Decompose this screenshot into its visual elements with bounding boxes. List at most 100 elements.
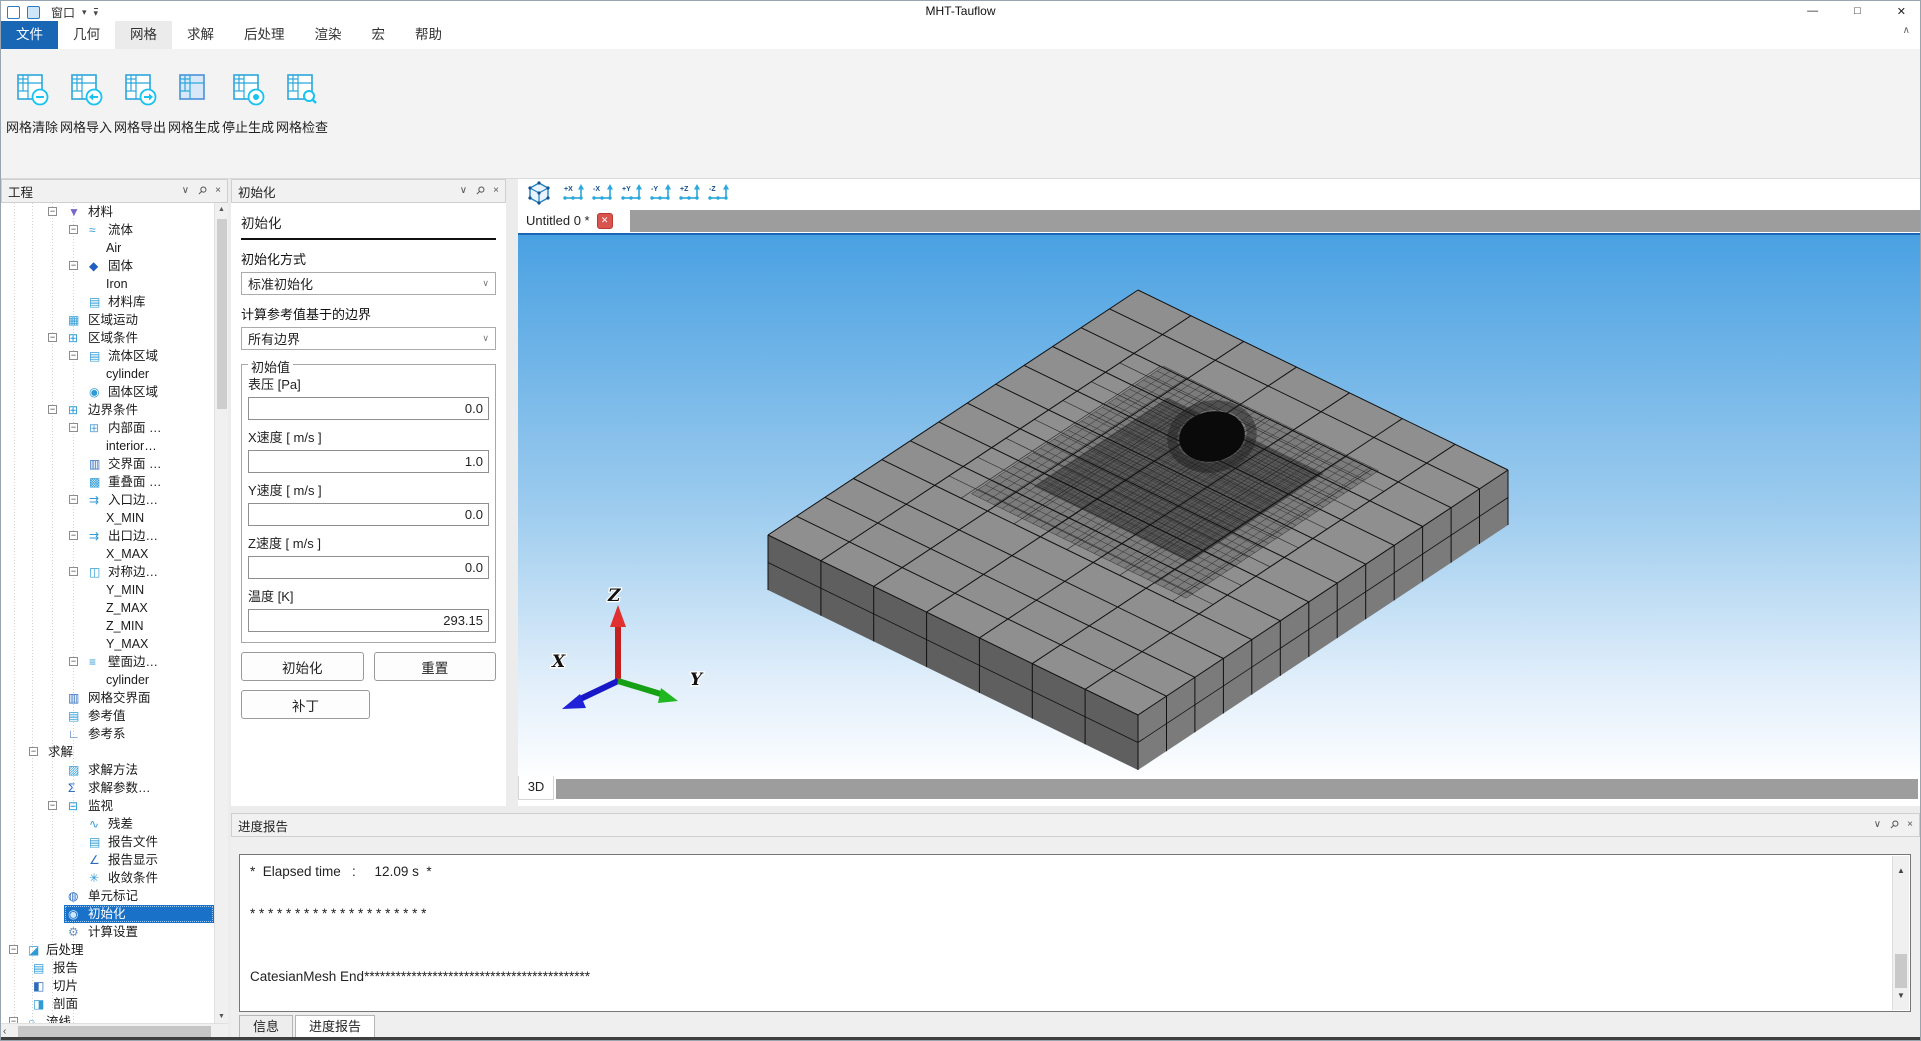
tree-item[interactable]: ∠报告显示 [1,851,214,869]
tree-item[interactable]: ◧切片 [1,977,214,995]
scroll-left-icon[interactable]: ‹ [3,1026,6,1037]
view-plusminus-y-button[interactable]: +Y [620,183,645,203]
initialize-button[interactable]: 初始化 [241,652,364,681]
tree-item[interactable]: ∟参考系 [1,725,214,743]
tree-item[interactable]: ▤材料库 [1,293,214,311]
field-input[interactable]: 0.0 [248,397,489,420]
mesh-check-button[interactable]: 网格检查 [275,49,329,178]
menu-tab-file[interactable]: 文件 [1,21,58,49]
viewport-hscroll[interactable] [556,779,1918,799]
tree-expand-icon[interactable]: − [69,261,78,270]
combo-select-1[interactable]: 所有边界∨ [241,327,496,350]
view-plusminus-z-button[interactable]: +Z [678,183,703,203]
tree-item[interactable]: ▨求解方法 [1,761,214,779]
tree-expand-icon[interactable]: − [48,405,57,414]
scroll-up-icon[interactable]: ▲ [215,206,228,213]
tree-vertical-scrollbar[interactable]: ▲ ▼ [214,203,228,1023]
view-plusminus-x-button[interactable]: +X [562,183,587,203]
tree-item[interactable]: ▤报告文件 [1,833,214,851]
scroll-up-icon[interactable]: ▲ [1893,860,1909,881]
tree-item[interactable]: Z_MAX [1,599,214,617]
reset-button[interactable]: 重置 [374,652,497,681]
tree-item[interactable]: Y_MAX [1,635,214,653]
tree-item[interactable]: ◉固体区域 [1,383,214,401]
patch-button[interactable]: 补丁 [241,690,370,719]
tree-item[interactable]: X_MIN [1,509,214,527]
tree-item[interactable]: ▥交界面 … [1,455,214,473]
tree-item[interactable]: −⇉出口边… [1,527,214,545]
close-button[interactable]: ✕ [1897,5,1906,18]
tree-item[interactable]: ◍单元标记 [1,887,214,905]
panel-pin-icon[interactable]: ⚲ [474,185,487,198]
panel-close-icon[interactable]: × [493,186,499,196]
panel-close-icon[interactable]: × [1907,820,1913,830]
mesh-import-button[interactable]: 网格导入 [59,49,113,178]
tree-expand-icon[interactable]: − [69,225,78,234]
tree-item[interactable]: ▤参考值 [1,707,214,725]
log-vertical-scrollbar[interactable]: ▲ ▼ [1892,856,1909,1010]
tree-expand-icon[interactable]: − [69,531,78,540]
tree-item[interactable]: Iron [1,275,214,293]
view-minus-z-button[interactable]: -Z [707,183,732,203]
view-minus-y-button[interactable]: -Y [649,183,674,203]
document-tab[interactable]: Untitled 0 * ✕ [518,208,624,233]
tree-item[interactable]: −◪后处理 [1,941,214,959]
tree-item[interactable]: −求解 [1,743,214,761]
tree-item[interactable]: Y_MIN [1,581,214,599]
menu-tab-help[interactable]: 帮助 [400,21,457,49]
tree-expand-icon[interactable]: − [48,801,57,810]
tree-item[interactable]: −⊞边界条件 [1,401,214,419]
tree-item[interactable]: Air [1,239,214,257]
tree-item[interactable]: −⊞内部面 … [1,419,214,437]
tree-item[interactable]: cylinder [1,671,214,689]
tree-item[interactable]: ▦区域运动 [1,311,214,329]
tree-item[interactable]: −▼材料 [1,203,214,221]
render-canvas[interactable]: Z X Y [518,235,1920,776]
tree-item[interactable]: −≈流体 [1,221,214,239]
menu-tab-render[interactable]: 渲染 [300,21,357,49]
field-input[interactable]: 0.0 [248,503,489,526]
maximize-button[interactable]: □ [1854,5,1861,17]
tab-close-icon[interactable]: ✕ [597,213,613,229]
tree-item[interactable]: −⊞区域条件 [1,329,214,347]
tree-item[interactable]: −≡壁面边… [1,653,214,671]
minimize-button[interactable]: — [1807,5,1818,17]
tree-item[interactable]: −⇉入口边… [1,491,214,509]
tree-item[interactable]: Z_MIN [1,617,214,635]
tree-item[interactable]: interior… [1,437,214,455]
view-iso-button[interactable] [526,181,552,205]
tree-item[interactable]: cylinder [1,365,214,383]
output-tab[interactable]: 进度报告 [295,1015,375,1038]
menu-tab-macro[interactable]: 宏 [357,21,401,49]
tree-item[interactable]: X_MAX [1,545,214,563]
tree-expand-icon[interactable]: − [69,567,78,576]
tree-item[interactable]: ✳收敛条件 [1,869,214,887]
tree-vscroll-thumb[interactable] [217,219,227,409]
tree-item[interactable]: −▤流体区域 [1,347,214,365]
tree-expand-icon[interactable]: − [48,207,57,216]
tree-item[interactable]: ◨剖面 [1,995,214,1013]
scroll-down-icon[interactable]: ▼ [215,1013,228,1020]
mesh-clear-button[interactable]: 网格清除 [5,49,59,178]
field-input[interactable]: 1.0 [248,450,489,473]
panel-pin-icon[interactable]: ⚲ [1888,819,1901,832]
tree-item[interactable]: ▥网格交界面 [1,689,214,707]
panel-close-icon[interactable]: × [215,186,221,196]
panel-chevron-icon[interactable]: ∨ [182,186,189,196]
view-minus-x-button[interactable]: -X [591,183,616,203]
menu-tab-mesh[interactable]: 网格 [115,21,172,49]
field-input[interactable]: 293.15 [248,609,489,632]
tree-item[interactable]: −◆固体 [1,257,214,275]
menu-tab-geometry[interactable]: 几何 [58,21,115,49]
mesh-generate-button[interactable]: 网格生成 [167,49,221,178]
tree-item[interactable]: Σ求解参数… [1,779,214,797]
field-input[interactable]: 0.0 [248,556,489,579]
tree-item[interactable]: ▤报告 [1,959,214,977]
progress-log[interactable]: * Elapsed time : 12.09 s * * * * * * * *… [239,854,1911,1012]
tree-expand-icon[interactable]: − [9,945,18,954]
tree-expand-icon[interactable]: − [69,495,78,504]
mesh-export-button[interactable]: 网格导出 [113,49,167,178]
tree-item[interactable]: ⚙计算设置 [1,923,214,941]
tree-expand-icon[interactable]: − [69,657,78,666]
panel-chevron-icon[interactable]: ∨ [460,186,467,196]
